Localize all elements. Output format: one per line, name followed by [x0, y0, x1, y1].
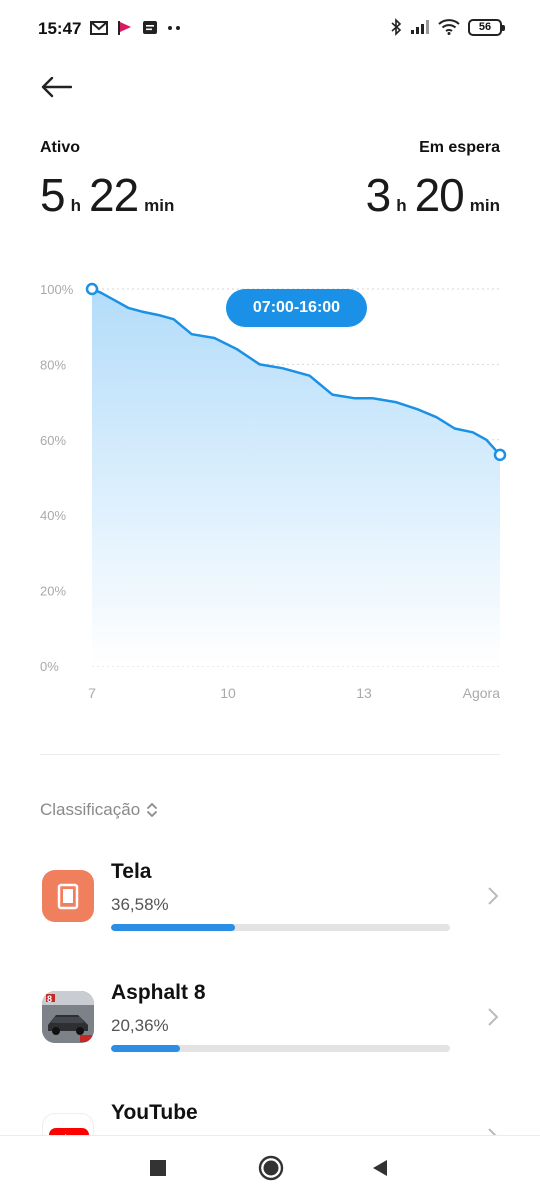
message-icon	[143, 21, 157, 34]
x-tick-label: 10	[220, 685, 236, 701]
x-tick-label: Agora	[463, 685, 501, 701]
status-bar: 15:47 56	[0, 0, 540, 58]
back-nav-button[interactable]	[370, 1158, 390, 1178]
system-icons: 56	[390, 18, 505, 36]
active-minutes: 22	[88, 169, 139, 221]
wifi-icon	[438, 19, 460, 35]
standby-minutes-unit: min	[469, 196, 500, 215]
area-fill	[92, 289, 500, 666]
y-tick-label: 40%	[40, 508, 66, 523]
home-button[interactable]	[257, 1154, 285, 1182]
divider	[40, 754, 500, 755]
battery-icon: 56	[468, 18, 505, 36]
app-name: Tela	[111, 860, 152, 883]
asphalt-icon: 8	[42, 991, 94, 1043]
y-tick-label: 100%	[40, 282, 74, 297]
more-dots-icon	[168, 26, 180, 30]
battery-level-chart[interactable]: 100% 80% 60% 40% 20% 0% 7 10 13 Agora	[0, 260, 540, 720]
x-tick-label: 7	[88, 685, 96, 701]
app-name: Asphalt 8	[111, 981, 206, 1004]
standby-hours: 3	[365, 169, 392, 221]
list-item[interactable]: 8 Asphalt 8 20,36%	[0, 981, 540, 1081]
recents-button[interactable]	[148, 1158, 168, 1178]
standby-minutes: 20	[414, 169, 465, 221]
navigation-bar	[0, 1135, 540, 1200]
notification-icons	[90, 20, 181, 36]
active-duration: 5 h 22 min	[40, 168, 174, 222]
sort-label: Classificação	[40, 800, 141, 819]
y-tick-label: 0%	[40, 659, 59, 674]
active-hours: 5	[40, 169, 66, 221]
screen-icon	[42, 870, 94, 922]
standby-duration: 3 h 20 min	[366, 168, 500, 222]
usage-bar	[111, 1045, 450, 1052]
y-tick-label: 20%	[40, 584, 66, 599]
usage-bar-fill	[111, 924, 235, 931]
standby-hours-unit: h	[396, 196, 407, 215]
app-name: YouTube	[111, 1101, 198, 1124]
back-button[interactable]	[40, 70, 80, 104]
svg-text:8: 8	[47, 994, 52, 1004]
gmail-icon	[90, 21, 108, 35]
active-hours-unit: h	[70, 196, 81, 215]
y-tick-label: 60%	[40, 433, 66, 448]
chevron-right-icon	[488, 1008, 499, 1026]
end-point[interactable]	[493, 448, 507, 462]
app-percent: 20,36%	[111, 1016, 169, 1035]
active-minutes-unit: min	[144, 196, 175, 215]
active-label: Ativo	[40, 139, 80, 156]
y-tick-label: 80%	[40, 357, 66, 372]
signal-icon	[411, 20, 429, 34]
flag-app-icon	[118, 21, 131, 35]
standby-label: Em espera	[419, 139, 500, 156]
sort-dropdown[interactable]: Classificação	[40, 800, 158, 820]
app-percent: 36,58%	[111, 895, 169, 914]
usage-bar-fill	[111, 1045, 181, 1052]
start-point[interactable]	[85, 282, 99, 296]
x-tick-label: 13	[356, 685, 372, 701]
bluetooth-icon	[391, 18, 402, 36]
time-range-tooltip[interactable]: 07:00-16:00	[226, 289, 367, 327]
status-time: 15:47	[38, 19, 82, 38]
sort-chevrons-icon	[147, 803, 158, 817]
list-item[interactable]: Tela 36,58%	[0, 860, 540, 960]
chevron-right-icon	[488, 887, 499, 905]
usage-bar	[111, 924, 450, 931]
arrow-left-icon	[41, 76, 72, 98]
